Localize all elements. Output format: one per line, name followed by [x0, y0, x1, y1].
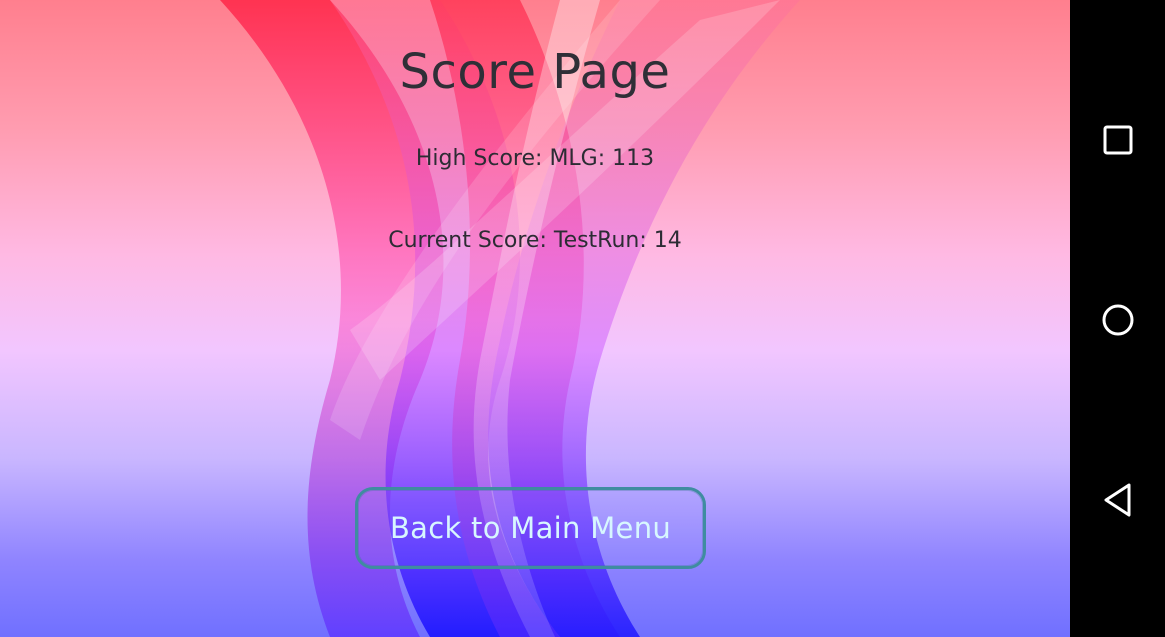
- device-screen: Score Page High Score: MLG: 113 Current …: [0, 0, 1165, 637]
- back-to-main-menu-button[interactable]: Back to Main Menu: [355, 487, 706, 569]
- back-to-main-menu-label: Back to Main Menu: [389, 511, 672, 545]
- current-score-text: Current Score: TestRun: 14: [388, 228, 682, 253]
- square-icon: [1103, 125, 1132, 155]
- android-navigation-bar: [1070, 0, 1165, 637]
- home-button[interactable]: [1070, 280, 1165, 360]
- circle-icon: [1102, 304, 1133, 336]
- page-title: Score Page: [399, 44, 671, 100]
- high-score-text: High Score: MLG: 113: [415, 146, 655, 171]
- back-button[interactable]: [1070, 460, 1165, 540]
- recent-apps-button[interactable]: [1070, 100, 1165, 180]
- score-page-screen: Score Page High Score: MLG: 113 Current …: [0, 0, 1070, 637]
- triangle-back-icon: [1104, 483, 1130, 517]
